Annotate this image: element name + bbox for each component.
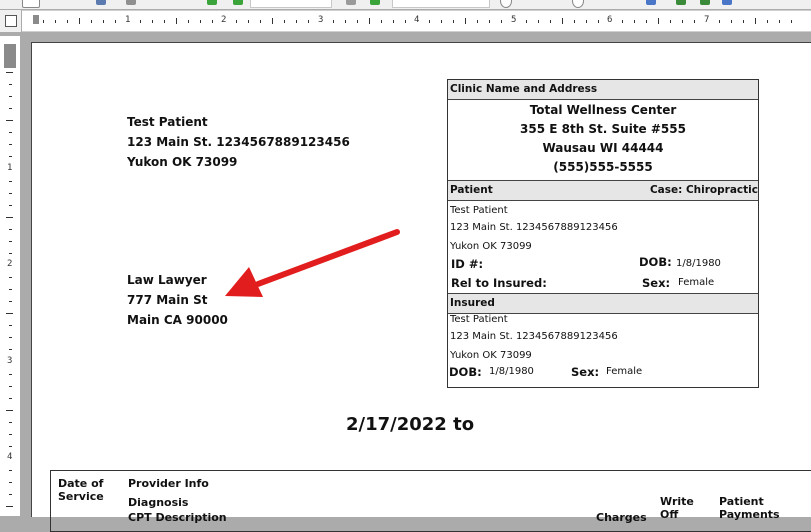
arrow-shaft: [255, 229, 400, 287]
annotation-arrow-icon: [225, 229, 400, 297]
